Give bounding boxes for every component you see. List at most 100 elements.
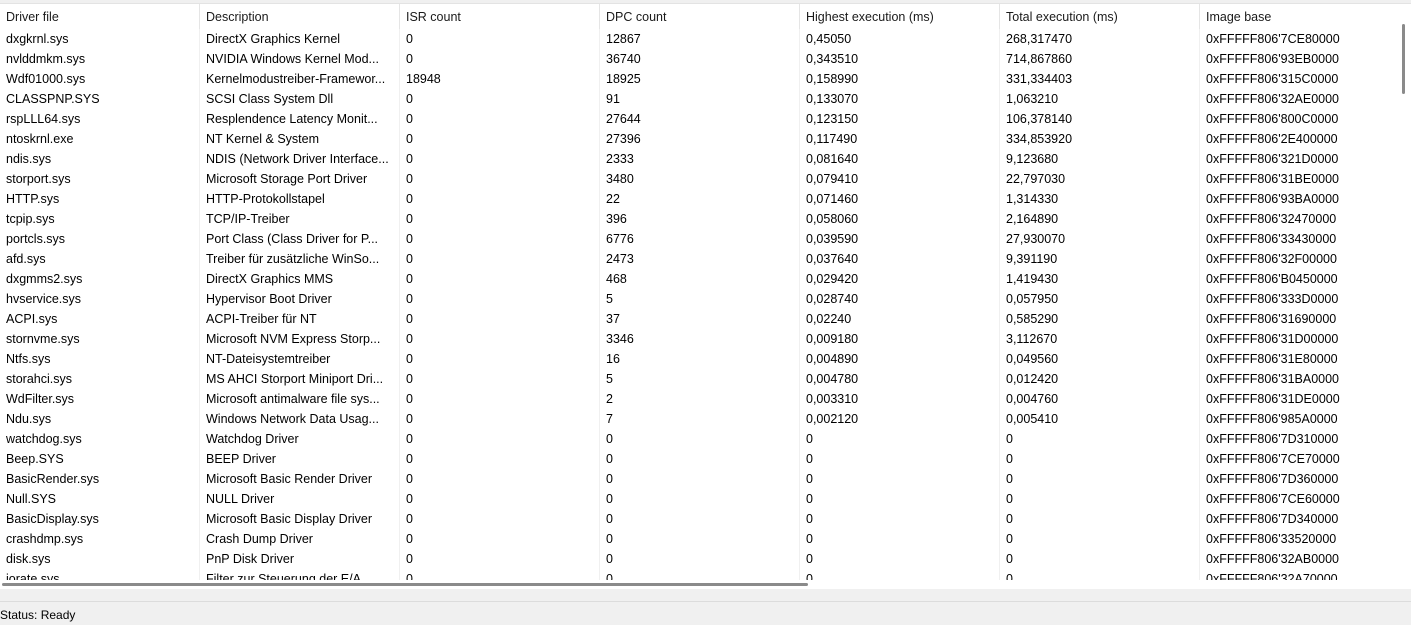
cell-isr-count: 0 [400, 529, 600, 549]
table-row[interactable]: watchdog.sys Watchdog Driver 0 0 0 0 0xFFFFF80… [0, 429, 1396, 449]
vertical-scrollbar-thumb[interactable] [1402, 24, 1405, 94]
cell-description: Filter zur Steuerung der E/A... [200, 569, 400, 580]
cell-image-base: 0xFFFFF806'7D340000 [1206, 512, 1339, 526]
cell-image-base: 0xFFFFF806'985A0000 [1206, 412, 1338, 426]
cell-isr-count: 0 [400, 429, 600, 449]
cell-isr-count: 18948 [400, 69, 600, 89]
cell-total-execution: 0 [1000, 469, 1200, 489]
cell-isr-count: 0 [400, 89, 600, 109]
cell-dpc-count: 12867 [600, 29, 800, 49]
table-row[interactable]: WdFilter.sys Microsoft antimalware file s… [0, 389, 1396, 409]
table-row[interactable]: Ntfs.sys NT-Dateisystemtreiber 0 16 0,004890… [0, 349, 1396, 369]
cell-total-execution: 1,314330 [1000, 189, 1200, 209]
cell-image-base: 0xFFFFF806'31BA0000 [1206, 372, 1340, 386]
cell-driver-file: crashdmp.sys [0, 529, 200, 549]
cell-description: Watchdog Driver [200, 429, 400, 449]
table-row[interactable]: ntoskrnl.exe NT Kernel & System 0 27396 0,11… [0, 129, 1396, 149]
table-row[interactable]: HTTP.sys HTTP-Protokollstapel 0 22 0,071460 1… [0, 189, 1396, 209]
table-row[interactable]: BasicDisplay.sys Microsoft Basic Display … [0, 509, 1396, 529]
status-bar: Status: Ready [0, 601, 1411, 625]
cell-driver-file: Null.SYS [0, 489, 200, 509]
cell-driver-file: hvservice.sys [0, 289, 200, 309]
table-row[interactable]: disk.sys PnP Disk Driver 0 0 0 0 0xFFFFF806'32… [0, 549, 1396, 569]
cell-highest-execution: 0,123150 [800, 109, 1000, 129]
cell-highest-execution: 0 [800, 469, 1000, 489]
cell-isr-count: 0 [400, 169, 600, 189]
cell-image-base: 0xFFFFF806'93EB0000 [1206, 52, 1340, 66]
table-row[interactable]: Wdf01000.sys Kernelmodustreiber-Framewor.… [0, 69, 1396, 89]
cell-description: SCSI Class System Dll [200, 89, 400, 109]
cell-isr-count: 0 [400, 29, 600, 49]
cell-dpc-count: 7 [600, 409, 800, 429]
cell-dpc-count: 0 [600, 469, 800, 489]
column-header-description[interactable]: Description [200, 4, 400, 29]
cell-image-base: 0xFFFFF806'7CE80000 [1206, 32, 1340, 46]
driver-list-view[interactable]: Driver file Description ISR count DPC co… [0, 4, 1411, 589]
cell-description: BEEP Driver [200, 449, 400, 469]
horizontal-scrollbar-thumb[interactable] [2, 583, 808, 586]
cell-isr-count: 0 [400, 549, 600, 569]
table-row[interactable]: rspLLL64.sys Resplendence Latency Monit..… [0, 109, 1396, 129]
column-header-driver-file[interactable]: Driver file [0, 4, 200, 29]
table-row[interactable]: afd.sys Treiber für zusätzliche WinSo... 0… [0, 249, 1396, 269]
cell-driver-file: afd.sys [0, 249, 200, 269]
column-header-highest-execution[interactable]: Highest execution (ms) [800, 4, 1000, 29]
table-row[interactable]: crashdmp.sys Crash Dump Driver 0 0 0 0 0xFFFFF… [0, 529, 1396, 549]
cell-description: Windows Network Data Usag... [200, 409, 400, 429]
column-header-dpc-count[interactable]: DPC count [600, 4, 800, 29]
cell-highest-execution: 0,009180 [800, 329, 1000, 349]
table-row[interactable]: tcpip.sys TCP/IP-Treiber 0 396 0,058060 2,164… [0, 209, 1396, 229]
column-header-isr-count[interactable]: ISR count [400, 4, 600, 29]
column-header-image-base[interactable]: Image base [1200, 4, 1400, 29]
table-row[interactable]: nvlddmkm.sys NVIDIA Windows Kernel Mod...… [0, 49, 1396, 69]
table-row[interactable]: storport.sys Microsoft Storage Port Drive… [0, 169, 1396, 189]
table-row[interactable]: ndis.sys NDIS (Network Driver Interface..… [0, 149, 1396, 169]
table-row[interactable]: ACPI.sys ACPI-Treiber für NT 0 37 0,02240 0,5… [0, 309, 1396, 329]
cell-driver-file: ntoskrnl.exe [0, 129, 200, 149]
cell-highest-execution: 0,081640 [800, 149, 1000, 169]
table-row[interactable]: portcls.sys Port Class (Class Driver for … [0, 229, 1396, 249]
cell-total-execution: 0 [1000, 529, 1200, 549]
table-row[interactable]: Beep.SYS BEEP Driver 0 0 0 0 0xFFFFF806'7CE700… [0, 449, 1396, 469]
cell-dpc-count: 2333 [600, 149, 800, 169]
cell-highest-execution: 0,029420 [800, 269, 1000, 289]
table-row[interactable]: Ndu.sys Windows Network Data Usag... 0 7 0,0… [0, 409, 1396, 429]
cell-description: NDIS (Network Driver Interface... [200, 149, 400, 169]
table-row[interactable]: BasicRender.sys Microsoft Basic Render Dr… [0, 469, 1396, 489]
table-row[interactable]: hvservice.sys Hypervisor Boot Driver 0 5 0,0… [0, 289, 1396, 309]
table-row[interactable]: iorate.sys Filter zur Steuerung der E/A..… [0, 569, 1396, 580]
cell-isr-count: 0 [400, 489, 600, 509]
cell-highest-execution: 0,02240 [800, 309, 1000, 329]
column-header-total-execution[interactable]: Total execution (ms) [1000, 4, 1200, 29]
cell-dpc-count: 2473 [600, 249, 800, 269]
cell-description: HTTP-Protokollstapel [200, 189, 400, 209]
cell-highest-execution: 0 [800, 429, 1000, 449]
cell-dpc-count: 5 [600, 289, 800, 309]
cell-highest-execution: 0,117490 [800, 129, 1000, 149]
vertical-scrollbar[interactable] [1396, 4, 1411, 580]
cell-total-execution: 9,391190 [1000, 249, 1200, 269]
cell-description: Kernelmodustreiber-Framewor... [200, 69, 400, 89]
table-row[interactable]: dxgmms2.sys DirectX Graphics MMS 0 468 0,029… [0, 269, 1396, 289]
cell-total-execution: 0,005410 [1000, 409, 1200, 429]
cell-driver-file: tcpip.sys [0, 209, 200, 229]
cell-dpc-count: 0 [600, 509, 800, 529]
table-row[interactable]: dxgkrnl.sys DirectX Graphics Kernel 0 12867… [0, 29, 1396, 49]
cell-image-base: 0xFFFFF806'31BE0000 [1206, 172, 1340, 186]
cell-description: Microsoft Basic Render Driver [200, 469, 400, 489]
driver-list-window: Driver file Description ISR count DPC co… [0, 0, 1411, 625]
cell-dpc-count: 0 [600, 449, 800, 469]
cell-image-base: 0xFFFFF806'33430000 [1206, 232, 1337, 246]
cell-isr-count: 0 [400, 309, 600, 329]
table-row[interactable]: stornvme.sys Microsoft NVM Express Storp.… [0, 329, 1396, 349]
cell-isr-count: 0 [400, 129, 600, 149]
table-row[interactable]: CLASSPNP.SYS SCSI Class System Dll 0 91 0,13… [0, 89, 1396, 109]
cell-description: Hypervisor Boot Driver [200, 289, 400, 309]
table-row[interactable]: Null.SYS NULL Driver 0 0 0 0 0xFFFFF806'7CE600… [0, 489, 1396, 509]
horizontal-scrollbar[interactable] [0, 580, 1396, 589]
cell-isr-count: 0 [400, 289, 600, 309]
cell-dpc-count: 3480 [600, 169, 800, 189]
table-row[interactable]: storahci.sys MS AHCI Storport Miniport Dr… [0, 369, 1396, 389]
cell-dpc-count: 18925 [600, 69, 800, 89]
cell-isr-count: 0 [400, 109, 600, 129]
